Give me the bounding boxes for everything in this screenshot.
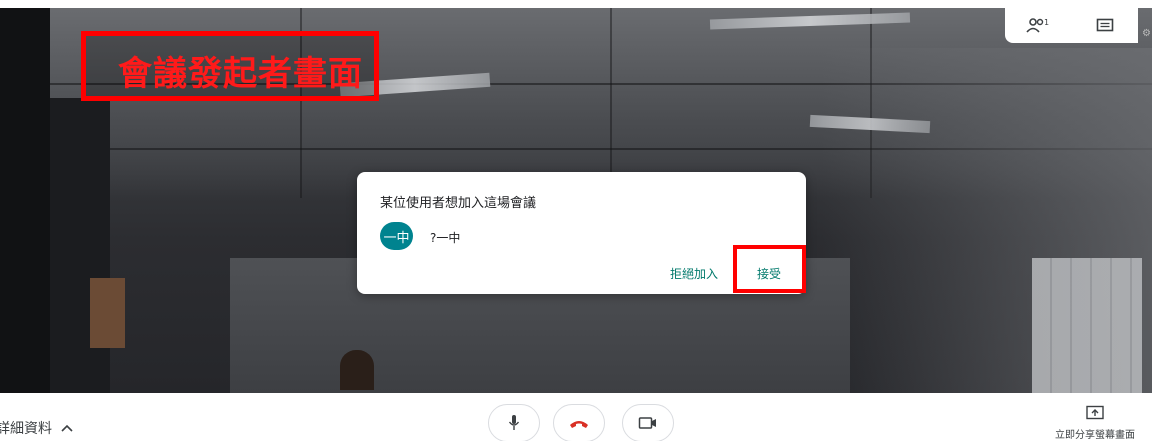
share-screen-button[interactable]: 立即分享螢幕畫面 — [1040, 405, 1150, 441]
avatar: 一中 — [380, 222, 413, 250]
video-cabinet — [90, 278, 125, 348]
top-right-panel: 1 — [1005, 8, 1138, 43]
accept-highlight-box — [733, 245, 806, 293]
video-boxes — [1032, 258, 1142, 393]
present-screen-icon — [1086, 405, 1104, 420]
hang-up-button[interactable] — [553, 404, 605, 441]
details-label: 詳細資料 — [0, 421, 52, 437]
meeting-details-toggle[interactable]: 詳細資料 — [0, 418, 74, 438]
microphone-button[interactable] — [488, 404, 540, 441]
dialog-title: 某位使用者想加入這場會議 — [380, 196, 537, 211]
people-icon: 1 — [1026, 18, 1049, 33]
deny-button[interactable]: 拒絕加入 — [670, 265, 718, 282]
participants-count: 1 — [1044, 18, 1049, 27]
requester-name: ?一中 — [430, 231, 461, 245]
video-person-head — [340, 350, 374, 390]
chevron-up-icon — [61, 424, 73, 432]
hang-up-icon — [570, 421, 588, 428]
annotation-label: 會議發起者畫面 — [118, 54, 363, 94]
meeting-window: 會議發起者畫面 1 ⚙ 某位使用者想加入這場會議 一中 ?一中 拒絕加入 接受 — [0, 0, 1160, 441]
avatar-text: 一中 — [383, 230, 410, 246]
edge-gear-icon: ⚙ — [1142, 28, 1151, 39]
chat-icon — [1096, 18, 1114, 31]
camera-button[interactable] — [622, 404, 674, 441]
video-camera-icon — [638, 417, 656, 429]
chat-button[interactable] — [1088, 12, 1122, 40]
participants-button[interactable]: 1 — [1021, 12, 1055, 40]
microphone-icon — [508, 415, 520, 430]
ceiling-grid-line — [610, 8, 612, 198]
share-screen-label: 立即分享螢幕畫面 — [1055, 430, 1135, 441]
video-door — [50, 98, 110, 393]
annotation-box: 會議發起者畫面 — [81, 31, 379, 101]
left-video-edge — [0, 8, 50, 393]
bottom-control-bar: 詳細資料 立即分享螢幕畫面 — [0, 393, 1160, 441]
